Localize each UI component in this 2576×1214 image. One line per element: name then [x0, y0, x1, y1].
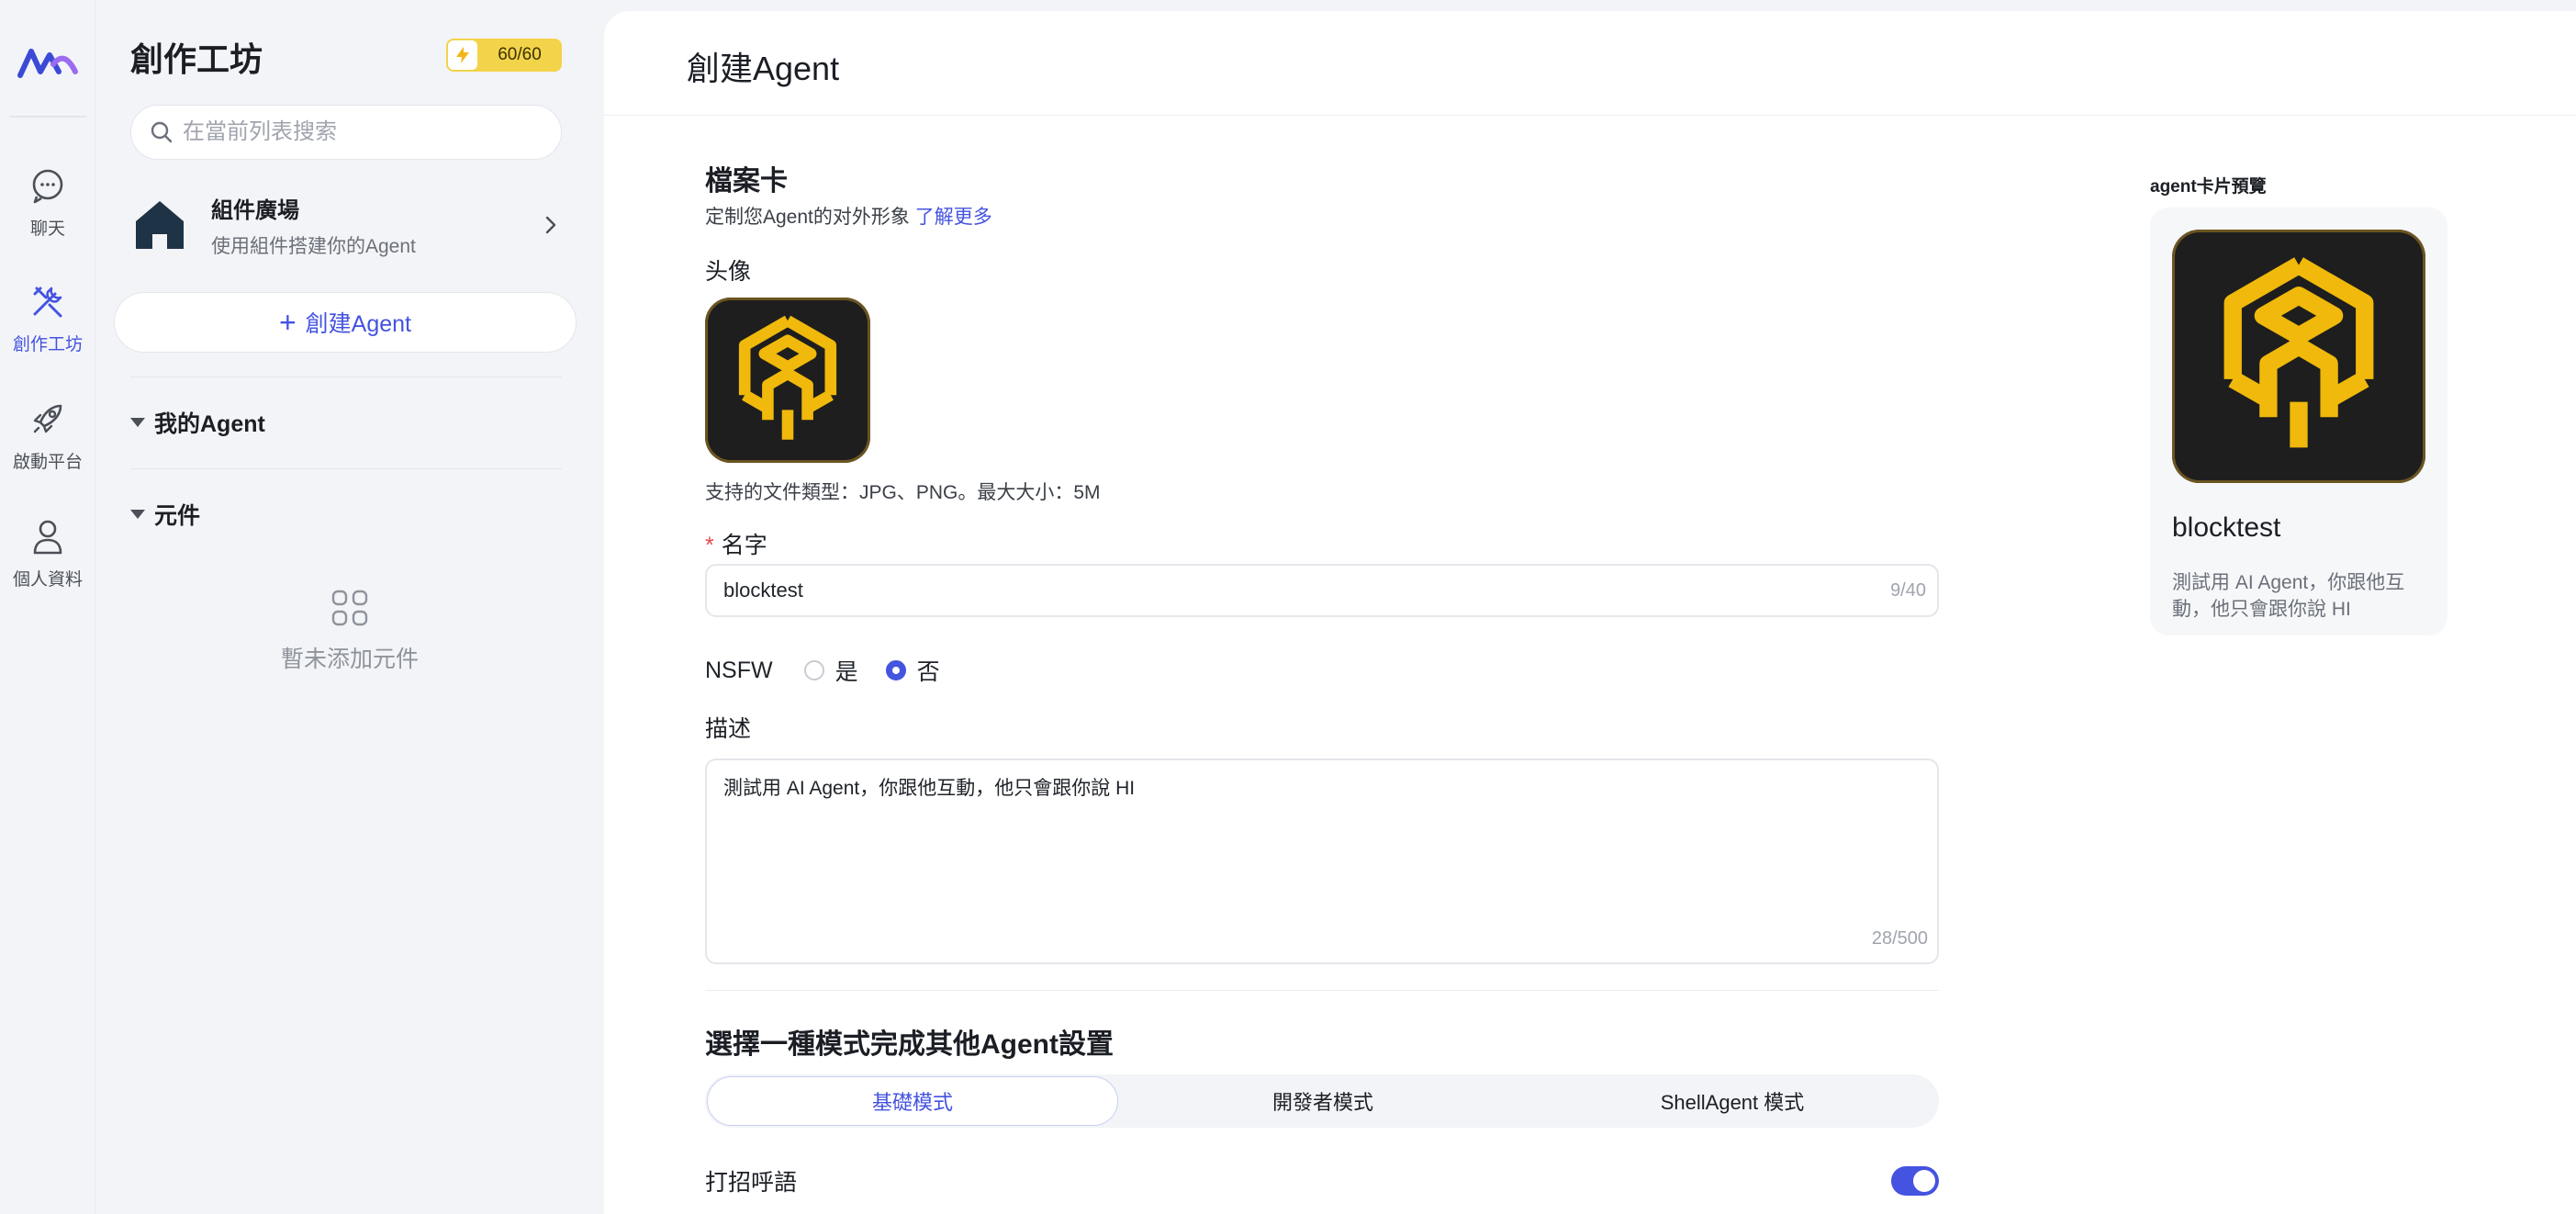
greeting-row: 打招呼語	[705, 1164, 1939, 1197]
rail-item-launchpad[interactable]: 啟動平台	[0, 399, 95, 473]
radio-unchecked-icon	[803, 660, 824, 680]
agent-card-preview: blocktest 測試用 AI Agent，你跟他互動，他只會跟你說 HI	[2150, 208, 2447, 635]
name-input[interactable]	[707, 579, 1891, 602]
rail-label-launchpad: 啟動平台	[12, 453, 83, 472]
greeting-toggle[interactable]	[1891, 1166, 1939, 1196]
section-components-label: 元件	[154, 503, 201, 529]
rail-label-chat: 聊天	[29, 219, 65, 239]
search-input[interactable]	[183, 119, 550, 145]
rail-item-profile[interactable]: 個人資料	[0, 516, 95, 590]
component-plaza-link[interactable]: 組件廣場 使用組件搭建你的Agent	[130, 184, 569, 266]
user-icon	[33, 520, 62, 555]
preview-label: agent卡片預覽	[2150, 177, 2267, 197]
section-my-agents[interactable]: 我的Agent	[130, 406, 265, 439]
avatar-label: 头像	[705, 259, 752, 285]
greeting-label: 打招呼語	[705, 1170, 798, 1196]
plaza-title: 組件廣場	[211, 197, 299, 223]
caret-down-icon	[130, 418, 145, 427]
learn-more-link[interactable]: 了解更多	[915, 207, 992, 228]
components-empty-state: 暫未添加元件	[95, 588, 604, 674]
description-label: 描述	[705, 716, 752, 742]
tools-icon	[33, 287, 62, 318]
nsfw-radio-no[interactable]: 否	[885, 654, 940, 687]
toggle-knob	[1913, 1170, 1935, 1192]
name-label-text: 名字	[721, 533, 767, 558]
nsfw-radio-yes[interactable]: 是	[803, 654, 858, 687]
name-char-counter: 9/40	[1890, 579, 1926, 601]
bnb-cube-icon	[738, 315, 837, 440]
chevron-right-icon	[545, 216, 556, 234]
rail-label-workshop: 創作工坊	[12, 335, 83, 354]
rail-divider	[9, 116, 86, 118]
sidebar-title: 創作工坊	[130, 40, 263, 78]
section-my-agents-label: 我的Agent	[154, 411, 265, 437]
tab-developer-mode[interactable]: 開發者模式	[1118, 1076, 1528, 1126]
sidebar-search[interactable]	[130, 105, 562, 160]
search-icon	[151, 121, 173, 143]
create-agent-button[interactable]: + 創建Agent	[114, 292, 577, 353]
grid-icon	[331, 590, 368, 626]
house-icon	[136, 201, 184, 249]
rail-item-workshop[interactable]: 創作工坊	[0, 281, 95, 355]
required-asterisk: *	[705, 533, 714, 558]
chat-icon	[32, 169, 63, 204]
plus-icon: +	[278, 306, 297, 339]
empty-text: 暫未添加元件	[280, 646, 419, 672]
preview-name: blocktest	[2172, 512, 2281, 543]
nsfw-no-label: 否	[916, 659, 940, 685]
app-root: 聊天 創作工坊 啟動平台 個人資料 創作工坊 60/60 在當前列表搜索 組件廣…	[0, 0, 2576, 1214]
profile-card-subtitle-text: 定制您Agent的对外形象	[705, 207, 910, 228]
tab-shellagent-mode[interactable]: ShellAgent 模式	[1528, 1076, 1937, 1126]
preview-avatar	[2172, 230, 2425, 483]
mode-tabs: 基礎模式 開發者模式 ShellAgent 模式	[705, 1074, 1939, 1128]
rail-label-profile: 個人資料	[12, 570, 83, 590]
credit-badge[interactable]: 60/60	[446, 39, 562, 72]
page-title: 創建Agent	[687, 50, 840, 87]
name-label: * 名字	[705, 527, 767, 560]
main-header: 創建Agent	[604, 11, 2576, 116]
profile-card-subtitle: 定制您Agent的对外形象 了解更多	[705, 202, 992, 230]
tab-basic-mode[interactable]: 基礎模式	[707, 1076, 1118, 1126]
lightning-icon	[448, 40, 477, 70]
caret-down-icon	[130, 510, 145, 519]
plaza-text: 組件廣場 使用組件搭建你的Agent	[211, 192, 540, 259]
profile-card-title: 檔案卡	[705, 166, 788, 197]
rail-item-chat[interactable]: 聊天	[0, 165, 95, 240]
form-divider	[705, 990, 1939, 991]
plaza-subtitle: 使用組件搭建你的Agent	[211, 235, 416, 257]
section-components[interactable]: 元件	[130, 498, 200, 531]
icon-rail: 聊天 創作工坊 啟動平台 個人資料	[0, 0, 95, 1214]
credit-count: 60/60	[498, 45, 542, 64]
mode-title: 選擇一種模式完成其他Agent設置	[705, 1029, 1114, 1060]
description-char-counter: 28/500	[1871, 928, 1928, 949]
bnb-cube-icon	[2223, 257, 2374, 448]
file-type-hint: 支持的文件類型：JPG、PNG。最大大小：5M	[705, 482, 1101, 503]
description-textarea[interactable]: 測試用 AI Agent，你跟他互動，他只會跟你說 HI	[723, 773, 1917, 920]
create-agent-label: 創建Agent	[305, 311, 412, 337]
nsfw-row: NSFW 是 否	[705, 654, 940, 687]
avatar-upload[interactable]	[705, 298, 870, 463]
main-panel: 創建Agent 檔案卡 定制您Agent的对外形象 了解更多 头像 支持的文件類…	[604, 11, 2576, 1214]
radio-checked-icon	[885, 660, 906, 680]
rocket-icon	[33, 404, 62, 433]
app-logo[interactable]	[17, 44, 81, 81]
nsfw-label: NSFW	[705, 657, 773, 683]
nsfw-yes-label: 是	[834, 659, 858, 685]
name-field[interactable]: 9/40	[705, 564, 1939, 617]
sidebar-divider	[130, 468, 562, 469]
description-field[interactable]: 測試用 AI Agent，你跟他互動，他只會跟你說 HI 28/500	[705, 759, 1939, 964]
preview-description: 測試用 AI Agent，你跟他互動，他只會跟你說 HI	[2172, 572, 2405, 621]
